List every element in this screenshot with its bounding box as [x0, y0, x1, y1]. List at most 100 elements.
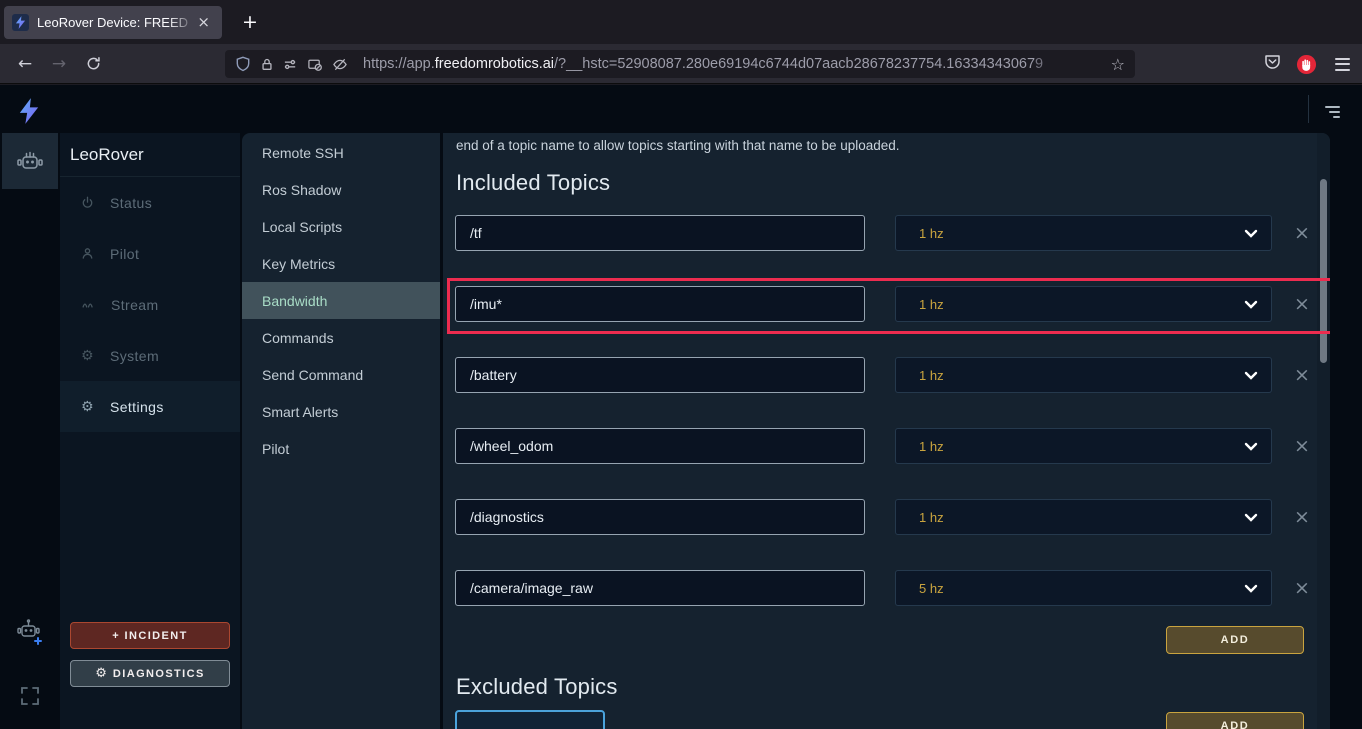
submenu-item-smart-alerts[interactable]: Smart Alerts	[242, 393, 440, 430]
submenu-item-commands[interactable]: Commands	[242, 319, 440, 356]
bandwidth-settings-panel: end of a topic name to allow topics star…	[443, 133, 1330, 729]
included-topics-list: 1 hz × 1 hz × 1 hz	[443, 215, 1330, 641]
submenu-item-send-command[interactable]: Send Command	[242, 356, 440, 393]
tab-title-fade	[168, 6, 196, 39]
new-tab-button[interactable]: +	[236, 8, 264, 36]
intro-text: end of a topic name to allow topics star…	[456, 138, 900, 153]
submenu-item-ros-shadow[interactable]: Ros Shadow	[242, 171, 440, 208]
icon-rail	[0, 85, 60, 729]
add-excluded-topic-button[interactable]: ADD	[1166, 712, 1304, 729]
adblock-hand-extension-icon[interactable]	[1296, 54, 1317, 75]
chevron-down-icon	[1244, 300, 1258, 309]
sidebar-item-system[interactable]: ⚙ System	[60, 330, 240, 381]
url-bar[interactable]: https://app.freedomrobotics.ai/?__hstc=5…	[225, 50, 1135, 78]
topic-name-input[interactable]	[455, 570, 865, 606]
freedom-robotics-app: LeoRover Status Pilot	[0, 85, 1362, 729]
remove-topic-icon[interactable]: ×	[1294, 366, 1310, 385]
person-icon	[81, 247, 94, 260]
tracking-shield-icon[interactable]	[235, 56, 251, 72]
remove-topic-icon[interactable]: ×	[1294, 579, 1310, 598]
autoplay-blocked-icon[interactable]	[307, 57, 323, 72]
browser-window: LeoRover Device: FREED × + ← →	[0, 0, 1362, 729]
device-name: LeoRover	[60, 133, 240, 177]
sidebar-item-label: Status	[110, 195, 152, 211]
diagnostics-label: DIAGNOSTICS	[113, 668, 205, 680]
topic-row-highlighted: 1 hz ×	[455, 286, 1330, 322]
chevron-down-icon	[1244, 371, 1258, 380]
rate-dropdown[interactable]: 1 hz	[895, 215, 1272, 251]
topic-row: 1 hz ×	[455, 215, 1330, 251]
device-robot-icon[interactable]	[2, 133, 58, 189]
browser-menu-icon[interactable]	[1331, 54, 1354, 75]
rate-value: 1 hz	[919, 510, 1244, 525]
forward-button[interactable]: →	[44, 50, 74, 78]
submenu-item-local-scripts[interactable]: Local Scripts	[242, 208, 440, 245]
submenu-item-pilot[interactable]: Pilot	[242, 430, 440, 467]
device-nav: Status Pilot Stream ⚙ System	[60, 177, 240, 432]
pocket-icon[interactable]	[1263, 53, 1282, 76]
sidebar-item-pilot[interactable]: Pilot	[60, 228, 240, 279]
browser-tab[interactable]: LeoRover Device: FREED ×	[4, 6, 222, 39]
sidebar-item-label: Settings	[110, 399, 164, 415]
topic-row: 5 hz ×	[455, 570, 1330, 606]
sidebar-item-settings[interactable]: ⚙ Settings	[60, 381, 240, 432]
sidebar-item-stream[interactable]: Stream	[60, 279, 240, 330]
rate-value: 1 hz	[919, 439, 1244, 454]
excluded-topic-input[interactable]	[455, 710, 605, 729]
gear-icon: ⚙	[81, 348, 94, 364]
reload-button[interactable]	[78, 50, 108, 78]
bookmark-star-icon[interactable]: ☆	[1111, 55, 1125, 74]
rate-value: 1 hz	[919, 368, 1244, 383]
rate-dropdown[interactable]: 5 hz	[895, 570, 1272, 606]
freedom-bolt-logo-icon[interactable]	[18, 98, 42, 124]
lock-icon[interactable]	[260, 57, 274, 72]
topic-name-input[interactable]	[455, 428, 865, 464]
fullscreen-icon[interactable]	[19, 685, 41, 707]
rate-dropdown[interactable]: 1 hz	[895, 357, 1272, 393]
settings-gear-icon: ⚙	[81, 399, 94, 415]
remove-topic-icon[interactable]: ×	[1294, 508, 1310, 527]
tab-close-icon[interactable]: ×	[193, 13, 214, 32]
freedom-robotics-favicon-bolt-icon	[12, 14, 29, 31]
topic-name-input[interactable]	[455, 286, 865, 322]
included-topics-heading: Included Topics	[456, 170, 610, 196]
submenu-item-bandwidth[interactable]: Bandwidth	[242, 282, 440, 319]
topic-name-input[interactable]	[455, 499, 865, 535]
remove-topic-icon[interactable]: ×	[1294, 437, 1310, 456]
topic-name-input[interactable]	[455, 215, 865, 251]
diagnostics-button[interactable]: ⚙ DIAGNOSTICS	[70, 660, 230, 687]
remove-topic-icon[interactable]: ×	[1294, 295, 1310, 314]
rate-dropdown[interactable]: 1 hz	[895, 428, 1272, 464]
permissions-sliders-icon[interactable]	[283, 57, 298, 72]
add-device-robot-plus-icon[interactable]	[16, 617, 44, 647]
sidebar-item-status[interactable]: Status	[60, 177, 240, 228]
add-included-topic-button[interactable]: ADD	[1166, 626, 1304, 654]
chevron-down-icon	[1244, 229, 1258, 238]
sidebar-item-label: System	[110, 348, 159, 364]
rate-value: 1 hz	[919, 226, 1244, 241]
filter-sort-icon[interactable]	[1321, 102, 1344, 122]
rate-dropdown[interactable]: 1 hz	[895, 499, 1272, 535]
rate-dropdown[interactable]: 1 hz	[895, 286, 1272, 322]
topic-row: 1 hz ×	[455, 428, 1330, 464]
power-icon	[81, 196, 94, 209]
rate-value: 1 hz	[919, 297, 1244, 312]
tracking-protection-off-icon[interactable]	[332, 57, 348, 72]
excluded-topics-heading: Excluded Topics	[456, 674, 618, 700]
incident-button[interactable]: + INCIDENT	[70, 622, 230, 649]
device-sidebar: LeoRover Status Pilot	[60, 133, 240, 729]
remove-topic-icon[interactable]: ×	[1294, 224, 1310, 243]
sidebar-item-label: Stream	[111, 297, 159, 313]
topbar-divider	[1308, 95, 1309, 123]
settings-submenu: Remote SSH Ros Shadow Local Scripts Key …	[242, 133, 440, 729]
sidebar-item-label: Pilot	[110, 246, 139, 262]
back-button[interactable]: ←	[10, 50, 40, 78]
submenu-item-key-metrics[interactable]: Key Metrics	[242, 245, 440, 282]
topic-row: 1 hz ×	[455, 499, 1330, 535]
browser-toolbar: ← →	[0, 44, 1362, 84]
rate-value: 5 hz	[919, 581, 1244, 596]
submenu-item-remote-ssh[interactable]: Remote SSH	[242, 134, 440, 171]
chevron-down-icon	[1244, 442, 1258, 451]
topic-name-input[interactable]	[455, 357, 865, 393]
stream-waves-icon	[81, 298, 95, 311]
